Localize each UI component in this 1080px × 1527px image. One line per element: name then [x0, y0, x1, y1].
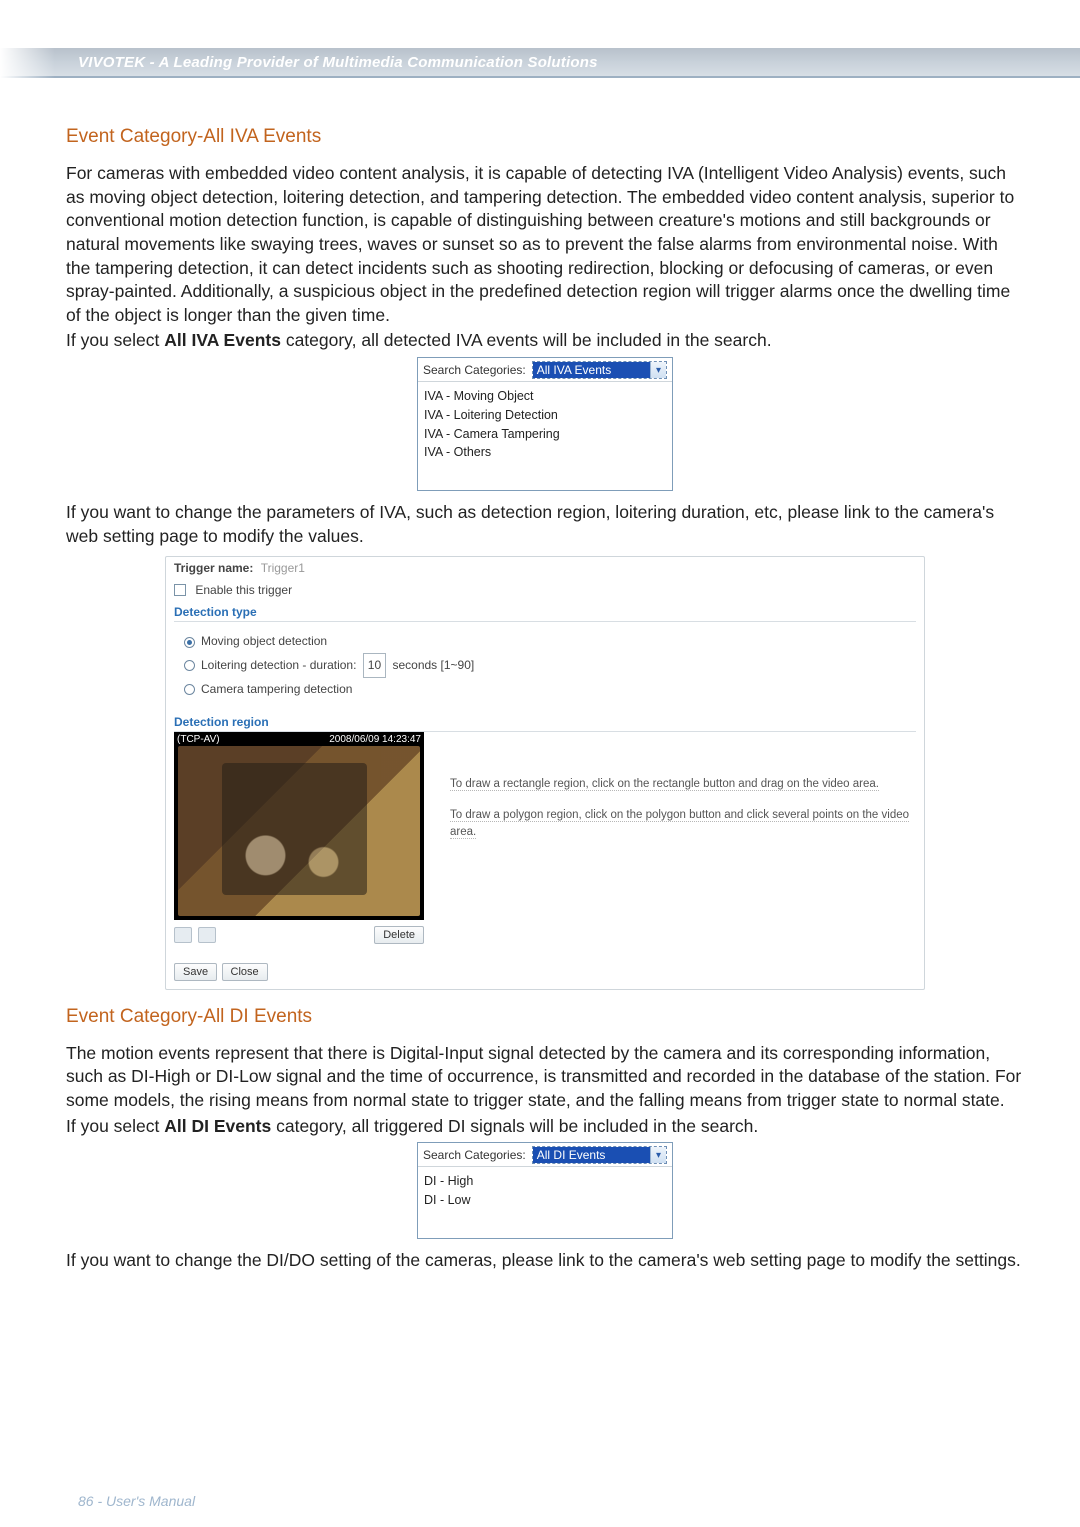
opt-moving-label: Moving object detection	[201, 634, 327, 648]
opt-tampering-label: Camera tampering detection	[201, 682, 352, 696]
di-select-label: Search Categories:	[423, 1148, 526, 1162]
loitering-duration-input[interactable]: 10	[363, 653, 386, 678]
di-paragraph-2: If you select All DI Events category, al…	[66, 1115, 1024, 1139]
radio-loitering[interactable]	[184, 660, 195, 671]
video-tools-row: Delete	[174, 920, 424, 944]
iva-option[interactable]: IVA - Loitering Detection	[424, 406, 666, 425]
close-button[interactable]: Close	[222, 963, 268, 981]
video-column: (TCP-AV) 2008/06/09 14:23:47 Delete	[174, 732, 424, 944]
di-option[interactable]: DI - Low	[424, 1191, 666, 1210]
di-select-dropdown[interactable]: All DI Events ▾	[532, 1146, 667, 1164]
di-option[interactable]: DI - High	[424, 1172, 666, 1191]
chevron-down-icon[interactable]: ▾	[650, 1147, 666, 1163]
iva-option[interactable]: IVA - Others	[424, 443, 666, 462]
opt-loitering-prefix: Loitering detection - duration:	[201, 658, 356, 672]
page-footer: 86 - User's Manual	[0, 1493, 1080, 1509]
di-options-list: DI - High DI - Low	[418, 1167, 672, 1238]
iva-select-value: All IVA Events	[533, 362, 650, 378]
video-preview[interactable]: (TCP-AV) 2008/06/09 14:23:47	[174, 732, 424, 920]
enable-trigger-label: Enable this trigger	[195, 583, 292, 597]
di-paragraph-3: If you want to change the DI/DO setting …	[66, 1249, 1024, 1273]
rectangle-tool-icon[interactable]	[174, 927, 192, 943]
iva-options-list: IVA - Moving Object IVA - Loitering Dete…	[418, 382, 672, 490]
iva-paragraph-3: If you want to change the parameters of …	[66, 501, 1024, 548]
section-title-iva: Event Category-All IVA Events	[66, 126, 1024, 148]
di-p2-suffix: category, all triggered DI signals will …	[271, 1116, 758, 1136]
iva-select-row: Search Categories: All IVA Events ▾	[418, 358, 672, 382]
iva-option[interactable]: IVA - Camera Tampering	[424, 425, 666, 444]
di-select-panel: Search Categories: All DI Events ▾ DI - …	[417, 1142, 673, 1239]
iva-p2-bold: All IVA Events	[164, 330, 281, 350]
opt-moving-row: Moving object detection	[184, 630, 912, 653]
enable-trigger-row: Enable this trigger	[166, 579, 924, 601]
di-paragraph-1: The motion events represent that there i…	[66, 1042, 1024, 1113]
trigger-settings-panel: Trigger name: Trigger1 Enable this trigg…	[165, 556, 925, 989]
iva-select-label: Search Categories:	[423, 363, 526, 377]
detection-type-options: Moving object detection Loitering detect…	[166, 622, 924, 710]
video-overlay-protocol: (TCP-AV)	[177, 734, 220, 745]
iva-p2-prefix: If you select	[66, 330, 164, 350]
page-number-label: 86 - User's Manual	[0, 1493, 1080, 1509]
document-page: VIVOTEK - A Leading Provider of Multimed…	[0, 0, 1080, 1527]
section-title-di: Event Category-All DI Events	[66, 1006, 1024, 1028]
region-help-text: To draw a rectangle region, click on the…	[450, 732, 916, 944]
delete-button[interactable]: Delete	[374, 926, 424, 944]
iva-p2-suffix: category, all detected IVA events will b…	[281, 330, 772, 350]
polygon-tool-icon[interactable]	[198, 927, 216, 943]
iva-select-dropdown[interactable]: All IVA Events ▾	[532, 361, 667, 379]
help-rectangle: To draw a rectangle region, click on the…	[450, 778, 879, 791]
trigger-name-value: Trigger1	[261, 561, 305, 575]
detection-region-label: Detection region	[166, 711, 924, 731]
radio-moving[interactable]	[184, 637, 195, 648]
iva-paragraph-1: For cameras with embedded video content …	[66, 162, 1024, 327]
save-button[interactable]: Save	[174, 963, 217, 981]
iva-select-panel: Search Categories: All IVA Events ▾ IVA …	[417, 357, 673, 491]
di-p2-prefix: If you select	[66, 1116, 164, 1136]
opt-loitering-unit: seconds [1~90]	[392, 658, 474, 672]
video-scene	[178, 746, 420, 916]
di-select-row: Search Categories: All DI Events ▾	[418, 1143, 672, 1167]
iva-option[interactable]: IVA - Moving Object	[424, 387, 666, 406]
trigger-name-label: Trigger name:	[174, 561, 253, 575]
iva-paragraph-2: If you select All IVA Events category, a…	[66, 329, 1024, 353]
header-fade	[0, 0, 55, 78]
opt-loitering-row: Loitering detection - duration: 10 secon…	[184, 653, 912, 678]
video-overlay-timestamp: 2008/06/09 14:23:47	[329, 734, 421, 745]
header-tagline: VIVOTEK - A Leading Provider of Multimed…	[78, 54, 598, 71]
radio-tampering[interactable]	[184, 684, 195, 695]
trigger-name-row: Trigger name: Trigger1	[166, 557, 924, 579]
detection-region-area: (TCP-AV) 2008/06/09 14:23:47 Delete To d…	[166, 732, 924, 954]
chevron-down-icon[interactable]: ▾	[650, 362, 666, 378]
di-p2-bold: All DI Events	[164, 1116, 271, 1136]
content-area: Event Category-All IVA Events For camera…	[0, 78, 1080, 1272]
opt-tampering-row: Camera tampering detection	[184, 678, 912, 701]
page-header: VIVOTEK - A Leading Provider of Multimed…	[0, 0, 1080, 78]
detection-type-label: Detection type	[166, 601, 924, 621]
di-select-value: All DI Events	[533, 1147, 650, 1163]
panel-footer-buttons: Save Close	[166, 954, 924, 989]
enable-trigger-checkbox[interactable]	[174, 584, 186, 596]
region-tool-icons	[174, 927, 216, 943]
help-polygon: To draw a polygon region, click on the p…	[450, 809, 909, 839]
